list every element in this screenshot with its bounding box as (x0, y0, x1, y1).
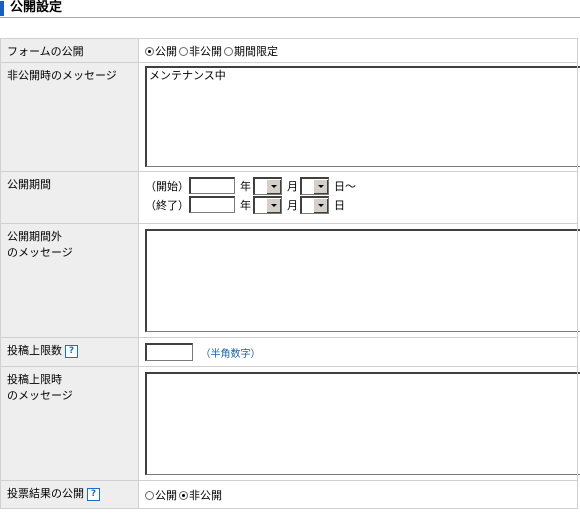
chevron-down-icon[interactable] (313, 197, 328, 213)
period-start-row: （開始） 年 月 日～ (145, 176, 577, 195)
chevron-down-icon[interactable] (313, 178, 328, 194)
radio-limited-period-label: 期間限定 (234, 45, 278, 58)
out-of-period-label-line1: 公開期間外 (7, 230, 62, 243)
period-start-month-select[interactable] (253, 176, 282, 195)
post-limit-label-cell: 投稿上限数? (0, 337, 139, 367)
out-of-period-label-line2: のメッセージ (7, 246, 73, 259)
radio-public-circle[interactable] (145, 46, 154, 56)
radio-limited-period-circle[interactable] (224, 46, 233, 56)
radio-private-label: 非公開 (189, 45, 222, 58)
month-unit-label: 月 (287, 179, 298, 193)
period-label: 公開期間 (0, 171, 139, 224)
period-start-label: （開始） (145, 179, 189, 193)
day-unit-label: 日 (334, 198, 345, 212)
radio-limited-period[interactable]: 期間限定 (224, 43, 278, 59)
limit-message-label: 投稿上限時 のメッセージ (0, 366, 139, 481)
radio-results-public[interactable]: 公開 (145, 487, 177, 503)
period-end-month-select[interactable] (253, 195, 282, 214)
out-of-period-message-textarea[interactable] (145, 229, 580, 332)
section-header: 公開設定 (0, 0, 580, 18)
period-end-label: （終了） (145, 198, 189, 212)
limit-message-label-line2: のメッセージ (7, 389, 73, 402)
radio-results-public-circle[interactable] (145, 490, 154, 500)
chevron-down-icon[interactable] (266, 197, 281, 213)
form-public-row: フォームの公開 公開 非公開 期間限定 (0, 38, 578, 63)
results-public-label: 投票結果の公開 (7, 487, 84, 500)
radio-private-circle[interactable] (179, 46, 188, 56)
form-public-label: フォームの公開 (0, 38, 139, 63)
limit-message-textarea[interactable] (145, 372, 580, 475)
period-start-year-input[interactable] (189, 177, 235, 194)
help-icon[interactable]: ? (87, 487, 100, 501)
private-message-textarea[interactable]: メンテナンス中 (145, 66, 580, 167)
page-title: 公開設定 (10, 0, 63, 15)
period-end-day-select[interactable] (300, 195, 329, 214)
out-of-period-message-label: 公開期間外 のメッセージ (0, 223, 139, 338)
radio-public-label: 公開 (155, 45, 177, 58)
radio-public[interactable]: 公開 (145, 43, 177, 59)
help-icon[interactable]: ? (65, 344, 78, 358)
header-accent-bar (0, 1, 4, 16)
post-limit-hint: （半角数字） (200, 348, 261, 360)
period-start-day-select[interactable] (300, 176, 329, 195)
period-end-year-input[interactable] (189, 196, 235, 213)
limit-message-label-line1: 投稿上限時 (7, 373, 62, 386)
post-limit-row: 投稿上限数? （半角数字） (0, 337, 578, 367)
settings-form: フォームの公開 公開 非公開 期間限定 非公開時のメッセージ メンテナンス中 公… (0, 38, 580, 509)
radio-results-private-circle[interactable] (179, 490, 188, 500)
year-unit-label: 年 (240, 179, 251, 193)
results-public-row: 投票結果の公開? 公開 非公開 (0, 480, 578, 509)
month-unit-label: 月 (287, 198, 298, 212)
results-public-label-cell: 投票結果の公開? (0, 480, 139, 509)
day-unit-label: 日～ (334, 179, 356, 193)
out-of-period-message-row: 公開期間外 のメッセージ (0, 223, 580, 338)
radio-results-public-label: 公開 (155, 489, 177, 502)
post-limit-input[interactable] (145, 343, 193, 361)
post-limit-label: 投稿上限数 (7, 344, 62, 357)
radio-results-private[interactable]: 非公開 (179, 487, 222, 503)
private-message-label: 非公開時のメッセージ (0, 62, 139, 172)
private-message-row: 非公開時のメッセージ メンテナンス中 (0, 62, 580, 172)
chevron-down-icon[interactable] (266, 178, 281, 194)
radio-results-private-label: 非公開 (189, 489, 222, 502)
form-public-radio-group: 公開 非公開 期間限定 (145, 43, 577, 59)
year-unit-label: 年 (240, 198, 251, 212)
period-end-row: （終了） 年 月 日 (145, 195, 577, 214)
results-public-radio-group: 公開 非公開 (145, 487, 577, 503)
limit-message-row: 投稿上限時 のメッセージ (0, 366, 580, 481)
period-row: 公開期間 （開始） 年 月 日～ （終了） 年 月 日 (0, 171, 578, 224)
radio-private[interactable]: 非公開 (179, 43, 222, 59)
